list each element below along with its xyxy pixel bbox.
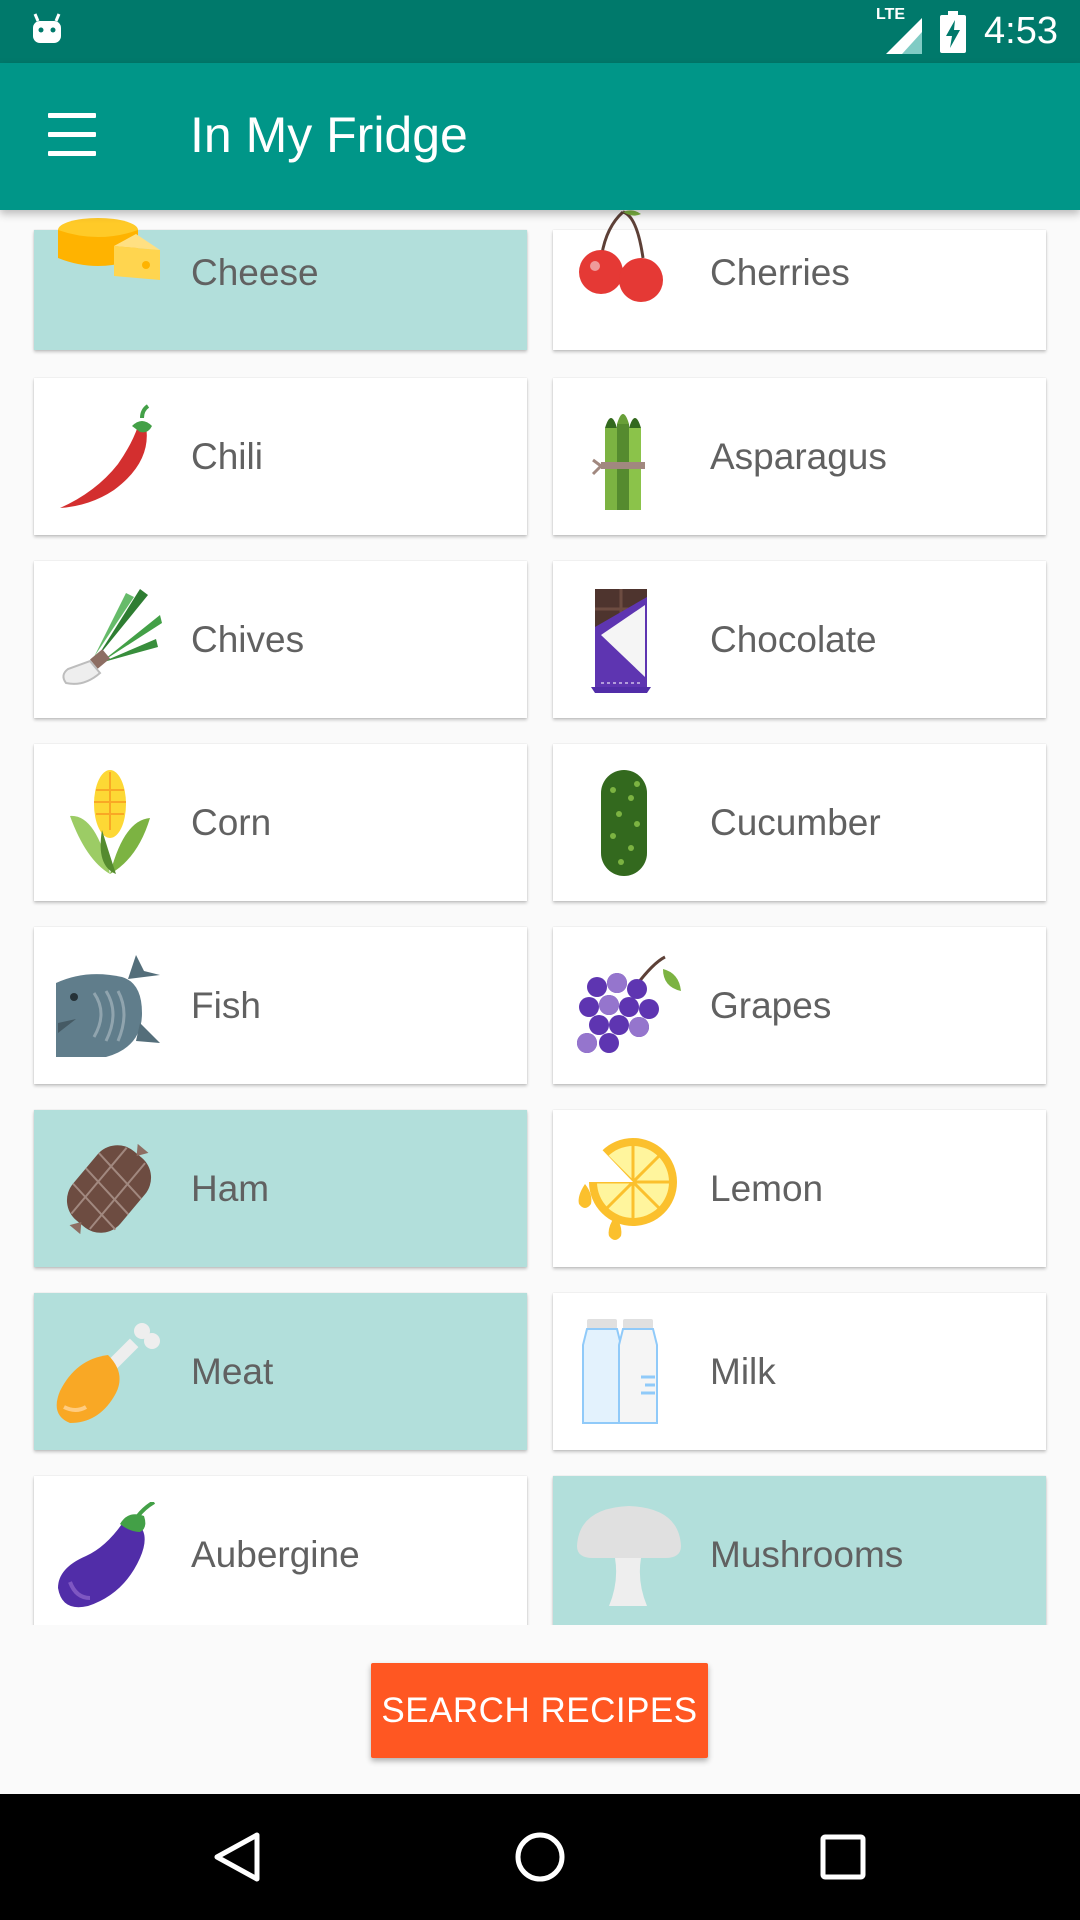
cheese-icon [58,218,160,280]
recents-icon[interactable] [813,1827,873,1887]
ingredient-label: Meat [191,1351,274,1392]
ingredient-label: Chocolate [710,619,877,660]
meat-icon [56,1323,160,1423]
ham-icon [66,1143,152,1235]
ingredient-card[interactable]: Meat [34,1293,527,1450]
lemon-icon [578,1136,677,1240]
ingredient-card[interactable]: Mushrooms [553,1476,1046,1625]
status-bar: LTE 4:53 [0,0,1080,63]
ingredient-label: Chili [191,436,263,477]
ingredient-list[interactable]: Cheese Cherries Chili Asparagus Chives C… [0,210,1080,1625]
mushroom-icon [577,1506,681,1606]
ingredient-card[interactable]: Fish [34,927,527,1084]
page-title: In My Fridge [190,107,468,163]
ingredient-card[interactable]: Asparagus [553,378,1046,535]
ingredient-label: Corn [191,802,272,843]
ingredient-card[interactable]: Grapes [553,927,1046,1084]
network-type-label: LTE [876,5,906,23]
ingredient-label: Cherries [710,252,850,293]
chives-icon [62,589,162,685]
ingredient-card[interactable]: Chives [34,561,527,718]
search-recipes-button[interactable]: SEARCH RECIPES [371,1663,708,1758]
grapes-icon [577,955,681,1053]
app-bar: In My Fridge [0,63,1080,210]
signal-icon: LTE [876,6,923,54]
home-icon[interactable] [510,1827,570,1887]
ingredient-label: Mushrooms [710,1534,904,1575]
navigation-bar [0,1794,1080,1920]
cucumber-icon [601,770,647,876]
battery-charging-icon [940,10,967,53]
chili-icon [60,404,152,508]
ingredient-card[interactable]: Cucumber [553,744,1046,901]
back-icon[interactable] [207,1827,267,1887]
ingredient-card[interactable]: Ham [34,1110,527,1267]
ingredient-card[interactable]: Milk [553,1293,1046,1450]
android-notification-icon [33,13,61,43]
ingredient-label: Chives [191,619,305,660]
ingredient-label: Milk [710,1351,776,1392]
ingredient-label: Lemon [710,1168,824,1209]
fish-icon [56,955,160,1057]
ingredient-card[interactable]: Chili [34,378,527,535]
bottom-action-area: SEARCH RECIPES [0,1625,1080,1794]
ingredient-card[interactable]: Lemon [553,1110,1046,1267]
cherries-icon [579,210,663,302]
ingredient-label: Ham [191,1168,270,1209]
aubergine-icon [58,1502,156,1608]
chocolate-icon [591,589,651,693]
corn-icon [70,770,150,874]
ingredient-label: Grapes [710,985,832,1026]
ingredient-card[interactable]: Corn [34,744,527,901]
ingredient-label: Cheese [191,252,319,293]
ingredient-label: Aubergine [191,1534,360,1575]
ingredient-card[interactable]: Aubergine [34,1476,527,1625]
ingredient-card[interactable]: Chocolate [553,561,1046,718]
ingredient-card[interactable]: Cherries [553,210,1046,350]
milk-icon [582,1319,658,1424]
ingredient-label: Asparagus [710,436,887,477]
ingredient-card[interactable]: Cheese [34,218,527,350]
menu-icon[interactable] [44,113,100,157]
ingredient-label: Fish [191,985,261,1026]
ingredient-label: Cucumber [710,802,881,843]
asparagus-icon [591,414,645,510]
status-time: 4:53 [984,10,1058,52]
